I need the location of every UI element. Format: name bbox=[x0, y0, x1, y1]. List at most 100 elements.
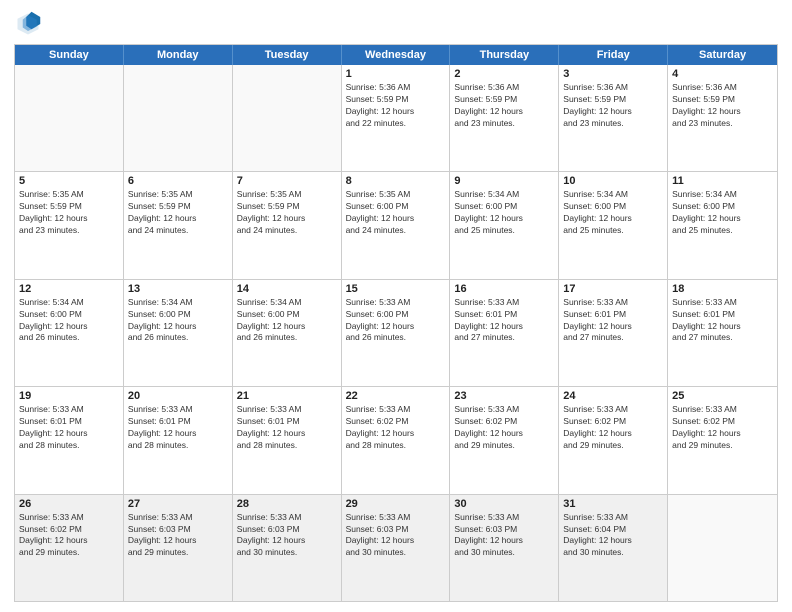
day-number: 11 bbox=[672, 175, 773, 187]
calendar-cell: 2 Sunrise: 5:36 AM Sunset: 5:59 PM Daylig… bbox=[450, 65, 559, 171]
day-info: Sunrise: 5:34 AM Sunset: 6:00 PM Dayligh… bbox=[128, 297, 228, 345]
day-info: Sunrise: 5:33 AM Sunset: 6:02 PM Dayligh… bbox=[454, 404, 554, 452]
day-number: 27 bbox=[128, 498, 228, 510]
day-number: 13 bbox=[128, 283, 228, 295]
day-info: Sunrise: 5:33 AM Sunset: 6:03 PM Dayligh… bbox=[128, 512, 228, 560]
day-number: 9 bbox=[454, 175, 554, 187]
day-info: Sunrise: 5:34 AM Sunset: 6:00 PM Dayligh… bbox=[672, 189, 773, 237]
calendar-cell: 30 Sunrise: 5:33 AM Sunset: 6:03 PM Dayli… bbox=[450, 495, 559, 601]
calendar-cell: 13 Sunrise: 5:34 AM Sunset: 6:00 PM Dayli… bbox=[124, 280, 233, 386]
day-number: 25 bbox=[672, 390, 773, 402]
calendar-cell: 10Sunrise: 5:34 AM Sunset: 6:00 PM Dayli… bbox=[559, 172, 668, 278]
day-number: 21 bbox=[237, 390, 337, 402]
day-info: Sunrise: 5:33 AM Sunset: 6:02 PM Dayligh… bbox=[346, 404, 446, 452]
calendar-row: 26 Sunrise: 5:33 AM Sunset: 6:02 PM Dayli… bbox=[15, 494, 777, 601]
calendar-cell: 28 Sunrise: 5:33 AM Sunset: 6:03 PM Dayli… bbox=[233, 495, 342, 601]
day-number: 2 bbox=[454, 68, 554, 80]
calendar-cell: 8 Sunrise: 5:35 AM Sunset: 6:00 PM Daylig… bbox=[342, 172, 451, 278]
day-number: 7 bbox=[237, 175, 337, 187]
calendar-cell: 6 Sunrise: 5:35 AM Sunset: 5:59 PM Daylig… bbox=[124, 172, 233, 278]
calendar-cell: 15Sunrise: 5:33 AM Sunset: 6:00 PM Dayli… bbox=[342, 280, 451, 386]
calendar-cell: 31 Sunrise: 5:33 AM Sunset: 6:04 PM Dayli… bbox=[559, 495, 668, 601]
calendar-header-cell: Wednesday bbox=[342, 45, 451, 65]
calendar-body: 1Sunrise: 5:36 AM Sunset: 5:59 PM Daylig… bbox=[15, 65, 777, 601]
day-number: 29 bbox=[346, 498, 446, 510]
calendar-cell: 26 Sunrise: 5:33 AM Sunset: 6:02 PM Dayli… bbox=[15, 495, 124, 601]
day-number: 28 bbox=[237, 498, 337, 510]
day-number: 18 bbox=[672, 283, 773, 295]
calendar-cell: 7 Sunrise: 5:35 AM Sunset: 5:59 PM Daylig… bbox=[233, 172, 342, 278]
calendar-cell: 16 Sunrise: 5:33 AM Sunset: 6:01 PM Dayli… bbox=[450, 280, 559, 386]
day-number: 15 bbox=[346, 283, 446, 295]
calendar-cell bbox=[233, 65, 342, 171]
day-number: 19 bbox=[19, 390, 119, 402]
day-info: Sunrise: 5:36 AM Sunset: 5:59 PM Dayligh… bbox=[346, 82, 446, 130]
day-info: Sunrise: 5:34 AM Sunset: 6:00 PM Dayligh… bbox=[454, 189, 554, 237]
calendar-cell: 25 Sunrise: 5:33 AM Sunset: 6:02 PM Dayli… bbox=[668, 387, 777, 493]
day-info: Sunrise: 5:33 AM Sunset: 6:01 PM Dayligh… bbox=[19, 404, 119, 452]
day-number: 14 bbox=[237, 283, 337, 295]
day-number: 26 bbox=[19, 498, 119, 510]
calendar-cell: 22 Sunrise: 5:33 AM Sunset: 6:02 PM Dayli… bbox=[342, 387, 451, 493]
day-info: Sunrise: 5:36 AM Sunset: 5:59 PM Dayligh… bbox=[454, 82, 554, 130]
day-info: Sunrise: 5:35 AM Sunset: 5:59 PM Dayligh… bbox=[128, 189, 228, 237]
calendar-cell bbox=[668, 495, 777, 601]
day-number: 10 bbox=[563, 175, 663, 187]
calendar-row: 12 Sunrise: 5:34 AM Sunset: 6:00 PM Dayli… bbox=[15, 279, 777, 386]
day-info: Sunrise: 5:33 AM Sunset: 6:02 PM Dayligh… bbox=[563, 404, 663, 452]
calendar-cell: 20 Sunrise: 5:33 AM Sunset: 6:01 PM Dayli… bbox=[124, 387, 233, 493]
calendar-header-cell: Friday bbox=[559, 45, 668, 65]
day-info: Sunrise: 5:33 AM Sunset: 6:02 PM Dayligh… bbox=[672, 404, 773, 452]
calendar-cell: 4Sunrise: 5:36 AM Sunset: 5:59 PM Daylig… bbox=[668, 65, 777, 171]
day-number: 30 bbox=[454, 498, 554, 510]
day-number: 16 bbox=[454, 283, 554, 295]
day-number: 23 bbox=[454, 390, 554, 402]
calendar-cell: 18Sunrise: 5:33 AM Sunset: 6:01 PM Dayli… bbox=[668, 280, 777, 386]
calendar-header-cell: Thursday bbox=[450, 45, 559, 65]
calendar-row: 1Sunrise: 5:36 AM Sunset: 5:59 PM Daylig… bbox=[15, 65, 777, 171]
day-number: 5 bbox=[19, 175, 119, 187]
day-info: Sunrise: 5:33 AM Sunset: 6:02 PM Dayligh… bbox=[19, 512, 119, 560]
day-number: 8 bbox=[346, 175, 446, 187]
day-number: 31 bbox=[563, 498, 663, 510]
day-number: 12 bbox=[19, 283, 119, 295]
calendar-header-cell: Monday bbox=[124, 45, 233, 65]
day-info: Sunrise: 5:33 AM Sunset: 6:03 PM Dayligh… bbox=[237, 512, 337, 560]
day-number: 6 bbox=[128, 175, 228, 187]
day-info: Sunrise: 5:34 AM Sunset: 6:00 PM Dayligh… bbox=[19, 297, 119, 345]
calendar-header: SundayMondayTuesdayWednesdayThursdayFrid… bbox=[15, 45, 777, 65]
calendar-cell: 19 Sunrise: 5:33 AM Sunset: 6:01 PM Dayli… bbox=[15, 387, 124, 493]
calendar-cell bbox=[124, 65, 233, 171]
page: SundayMondayTuesdayWednesdayThursdayFrid… bbox=[0, 0, 792, 612]
calendar-cell: 3 Sunrise: 5:36 AM Sunset: 5:59 PM Daylig… bbox=[559, 65, 668, 171]
calendar-cell bbox=[15, 65, 124, 171]
day-info: Sunrise: 5:33 AM Sunset: 6:04 PM Dayligh… bbox=[563, 512, 663, 560]
day-info: Sunrise: 5:36 AM Sunset: 5:59 PM Dayligh… bbox=[563, 82, 663, 130]
logo bbox=[14, 10, 46, 38]
calendar-cell: 11 Sunrise: 5:34 AM Sunset: 6:00 PM Dayli… bbox=[668, 172, 777, 278]
day-info: Sunrise: 5:36 AM Sunset: 5:59 PM Dayligh… bbox=[672, 82, 773, 130]
calendar-cell: 1Sunrise: 5:36 AM Sunset: 5:59 PM Daylig… bbox=[342, 65, 451, 171]
day-info: Sunrise: 5:33 AM Sunset: 6:01 PM Dayligh… bbox=[128, 404, 228, 452]
day-info: Sunrise: 5:33 AM Sunset: 6:03 PM Dayligh… bbox=[346, 512, 446, 560]
day-number: 17 bbox=[563, 283, 663, 295]
day-info: Sunrise: 5:35 AM Sunset: 5:59 PM Dayligh… bbox=[19, 189, 119, 237]
day-number: 22 bbox=[346, 390, 446, 402]
calendar-header-cell: Saturday bbox=[668, 45, 777, 65]
calendar-row: 19 Sunrise: 5:33 AM Sunset: 6:01 PM Dayli… bbox=[15, 386, 777, 493]
day-info: Sunrise: 5:33 AM Sunset: 6:01 PM Dayligh… bbox=[454, 297, 554, 345]
calendar-cell: 23 Sunrise: 5:33 AM Sunset: 6:02 PM Dayli… bbox=[450, 387, 559, 493]
day-number: 3 bbox=[563, 68, 663, 80]
day-number: 24 bbox=[563, 390, 663, 402]
calendar-cell: 21Sunrise: 5:33 AM Sunset: 6:01 PM Dayli… bbox=[233, 387, 342, 493]
calendar-cell: 27 Sunrise: 5:33 AM Sunset: 6:03 PM Dayli… bbox=[124, 495, 233, 601]
day-info: Sunrise: 5:33 AM Sunset: 6:01 PM Dayligh… bbox=[563, 297, 663, 345]
day-number: 20 bbox=[128, 390, 228, 402]
day-info: Sunrise: 5:34 AM Sunset: 6:00 PM Dayligh… bbox=[237, 297, 337, 345]
calendar-row: 5 Sunrise: 5:35 AM Sunset: 5:59 PM Daylig… bbox=[15, 171, 777, 278]
day-info: Sunrise: 5:35 AM Sunset: 5:59 PM Dayligh… bbox=[237, 189, 337, 237]
calendar-header-cell: Sunday bbox=[15, 45, 124, 65]
day-info: Sunrise: 5:35 AM Sunset: 6:00 PM Dayligh… bbox=[346, 189, 446, 237]
day-info: Sunrise: 5:33 AM Sunset: 6:03 PM Dayligh… bbox=[454, 512, 554, 560]
calendar-cell: 29 Sunrise: 5:33 AM Sunset: 6:03 PM Dayli… bbox=[342, 495, 451, 601]
